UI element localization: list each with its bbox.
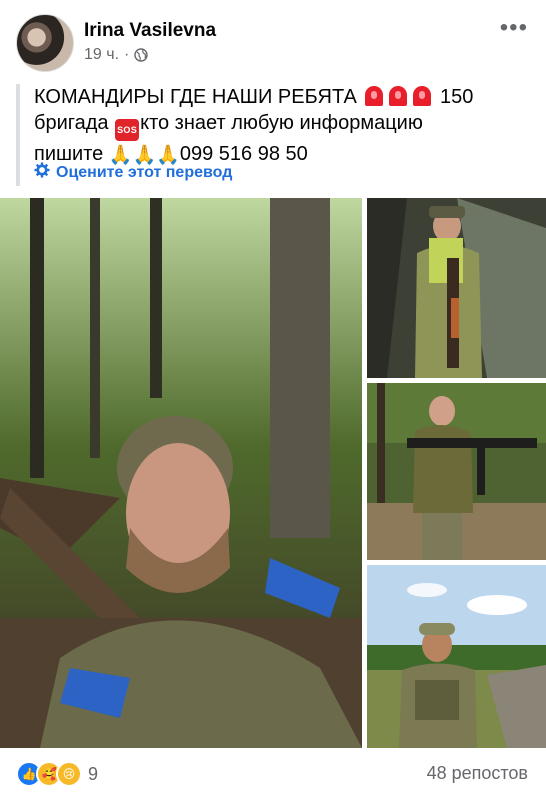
author-name[interactable]: Irina Vasilevna	[84, 20, 216, 42]
meta-separator: ·	[124, 46, 130, 63]
sad-reaction-icon: 😢	[56, 761, 82, 787]
post-text: КОМАНДИРЫ ГДЕ НАШИ РЕБЯТА 150 бригада SO…	[34, 84, 514, 167]
post-text-line1: КОМАНДИРЫ ГДЕ НАШИ РЕБЯТА	[34, 86, 357, 108]
post-text-line2-start: бригада	[34, 112, 109, 134]
post-time[interactable]: 19 ч.	[84, 46, 119, 64]
post-meta: 19 ч. ·	[84, 46, 149, 64]
reaction-summary[interactable]: 👍 🥰 😢 9	[16, 761, 98, 787]
rate-translation-label: Оцените этот перевод	[56, 163, 233, 181]
post-text-line2-end: кто знает любую информацию	[140, 112, 423, 134]
police-light-emoji	[365, 86, 384, 106]
police-light-emoji	[389, 86, 408, 106]
share-count[interactable]: 48 репостов	[427, 763, 528, 784]
more-options-icon[interactable]: •••	[500, 16, 528, 40]
quote-bar	[16, 84, 20, 186]
main-photo[interactable]	[0, 198, 362, 748]
gear-icon	[34, 162, 50, 183]
post-footer: 👍 🥰 😢 9 48 репостов	[0, 755, 546, 795]
side-photo-2[interactable]	[367, 383, 546, 560]
side-photo-3[interactable]	[367, 565, 546, 748]
reaction-count: 9	[88, 763, 99, 784]
globe-icon	[134, 48, 149, 62]
police-light-emoji	[413, 86, 432, 106]
post-text-brigade-number: 150	[439, 86, 474, 108]
side-photo-1[interactable]	[367, 198, 546, 378]
rate-translation-link[interactable]: Оцените этот перевод	[34, 162, 232, 183]
avatar[interactable]	[16, 14, 74, 72]
photo-grid	[0, 198, 546, 748]
post-header: Irina Vasilevna 19 ч. · •••	[0, 0, 546, 80]
sos-emoji: SOS	[115, 119, 140, 141]
